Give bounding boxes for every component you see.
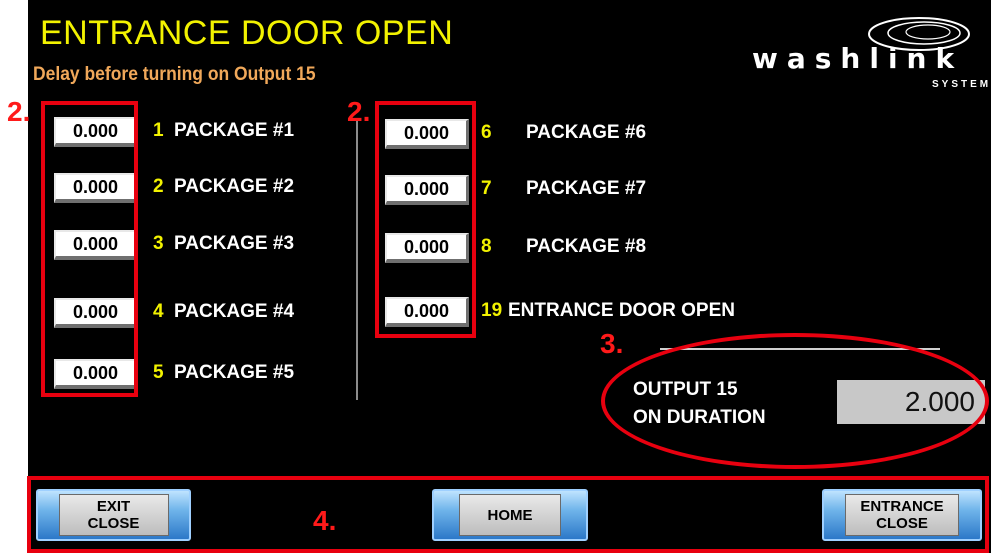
annotation-2-right: 2.	[347, 96, 371, 127]
entry-label: PACKAGE #2	[174, 176, 295, 197]
logo-text: washlink	[752, 42, 964, 75]
entry-label: PACKAGE #4	[174, 301, 295, 322]
highlight-buttons	[27, 476, 989, 553]
entry-number: 8	[481, 236, 492, 257]
entry-number: 4	[153, 301, 164, 322]
annotation-4: 4.	[313, 505, 337, 536]
entry-number: 6	[481, 122, 492, 143]
highlight-duration	[601, 333, 989, 469]
page-subtitle: Delay before turning on Output 15	[33, 64, 316, 85]
entry-number: 3	[153, 233, 164, 254]
entry-label: PACKAGE #3	[174, 233, 295, 254]
page-title: ENTRANCE DOOR OPEN	[40, 14, 454, 52]
entry-label: PACKAGE #5	[174, 362, 295, 383]
entry-label: PACKAGE #6	[526, 122, 647, 143]
column-divider	[356, 118, 358, 400]
highlight-right-inputs	[375, 101, 476, 338]
annotation-3: 3.	[600, 328, 624, 359]
entry-number: 19	[481, 300, 503, 321]
entry-label: ENTRANCE DOOR OPEN	[508, 300, 735, 321]
annotation-2-left: 2.	[7, 96, 31, 127]
entry-number: 5	[153, 362, 164, 383]
entry-label: PACKAGE #8	[526, 236, 647, 257]
washlink-logo: washlink SYSTEMS	[752, 12, 991, 94]
entry-number: 2	[153, 176, 164, 197]
entry-label: PACKAGE #1	[174, 120, 295, 141]
entry-label: PACKAGE #7	[526, 178, 647, 199]
entry-number: 7	[481, 178, 492, 199]
logo-subtext: SYSTEMS	[932, 79, 991, 90]
highlight-left-inputs	[41, 101, 138, 397]
entry-number: 1	[153, 120, 164, 141]
